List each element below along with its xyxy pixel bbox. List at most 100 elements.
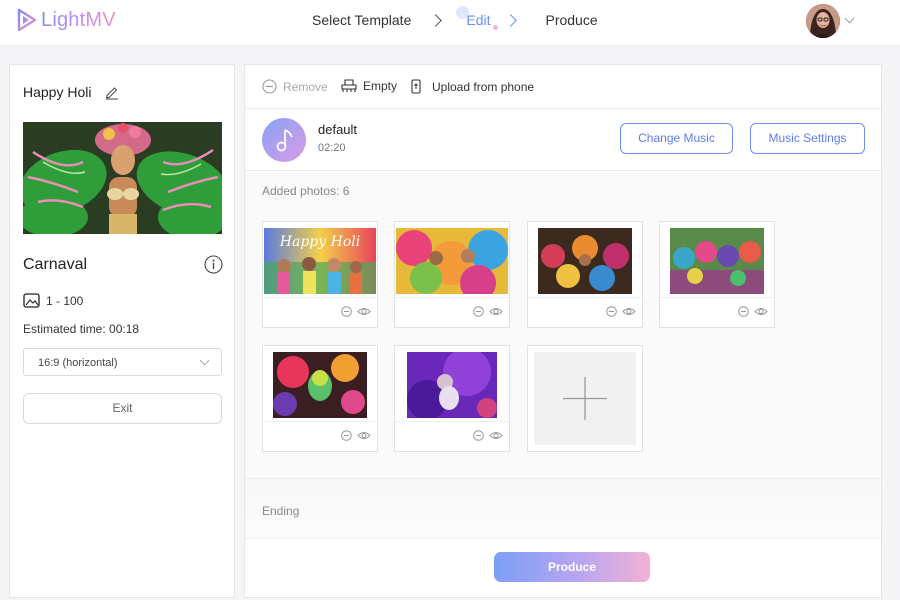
exit-button[interactable]: Exit bbox=[23, 393, 222, 424]
music-row: default 02:20 Change Music Music Setting… bbox=[245, 109, 881, 171]
logo[interactable]: LightMV bbox=[16, 8, 116, 32]
holi-photo-2 bbox=[396, 228, 508, 294]
step-edit-wrapper[interactable]: Edit bbox=[456, 6, 499, 30]
image-icon bbox=[23, 293, 40, 308]
produce-button[interactable]: Produce bbox=[494, 552, 650, 582]
chevron-down-icon[interactable] bbox=[844, 13, 855, 24]
chevron-right-icon bbox=[504, 13, 518, 27]
photo-image bbox=[273, 352, 367, 418]
photo-actions bbox=[263, 421, 377, 451]
top-bar: LightMV Select Template Edit Produce bbox=[0, 0, 900, 46]
eye-icon[interactable] bbox=[622, 306, 636, 317]
ending-label: Ending bbox=[262, 504, 300, 518]
remove-icon[interactable] bbox=[341, 306, 352, 317]
step-select-template[interactable]: Select Template bbox=[312, 12, 411, 28]
empty-button[interactable]: Empty bbox=[341, 79, 397, 93]
photo-thumb bbox=[528, 228, 642, 294]
remove-label: Remove bbox=[283, 79, 328, 94]
ending-section: Ending bbox=[245, 478, 881, 538]
photo-card[interactable] bbox=[262, 345, 378, 452]
edit-icon[interactable] bbox=[104, 84, 120, 100]
step-active-dot bbox=[493, 25, 499, 30]
eye-icon[interactable] bbox=[489, 306, 503, 317]
photo-card[interactable] bbox=[394, 345, 510, 452]
project-title: Happy Holi bbox=[23, 84, 92, 100]
photo-caption: Happy Holi bbox=[279, 234, 360, 250]
photo-toolbar: Remove Empty Upload from phone bbox=[245, 65, 881, 109]
photo-image bbox=[407, 352, 497, 418]
eye-icon[interactable] bbox=[489, 430, 503, 441]
empty-icon bbox=[341, 79, 357, 92]
photo-actions bbox=[528, 297, 642, 327]
remove-icon[interactable] bbox=[341, 430, 352, 441]
photo-image bbox=[670, 228, 764, 294]
holi-photo-4 bbox=[670, 228, 764, 294]
added-photos-count: Added photos: 6 bbox=[262, 184, 350, 198]
add-photo-button[interactable] bbox=[527, 345, 643, 452]
photo-card[interactable] bbox=[527, 221, 643, 328]
aspect-ratio-select[interactable]: 16:9 (horizontal) bbox=[23, 348, 222, 376]
estimated-time: Estimated time: 00:18 bbox=[23, 322, 140, 336]
eye-icon[interactable] bbox=[357, 306, 371, 317]
remove-icon bbox=[262, 79, 277, 94]
photo-range: 1 - 100 bbox=[23, 293, 83, 308]
music-duration: 02:20 bbox=[318, 142, 346, 154]
photo-image bbox=[538, 228, 632, 294]
chevron-down-icon bbox=[199, 355, 210, 366]
photo-range-value: 1 - 100 bbox=[46, 293, 84, 308]
change-music-button[interactable]: Change Music bbox=[620, 123, 733, 154]
eye-icon[interactable] bbox=[357, 430, 371, 441]
eye-icon[interactable] bbox=[754, 306, 768, 317]
holi-photo-6 bbox=[407, 352, 497, 418]
chevron-right-icon bbox=[429, 13, 443, 27]
photo-actions bbox=[263, 297, 377, 327]
step-produce[interactable]: Produce bbox=[545, 12, 597, 28]
template-preview[interactable] bbox=[23, 122, 222, 234]
template-panel: Happy Holi Carnaval 1 - 100 Estimated ti… bbox=[9, 64, 235, 598]
editor-panel: Remove Empty Upload from phone default 0… bbox=[244, 64, 882, 598]
bottom-bar: Produce bbox=[245, 538, 881, 597]
upload-from-phone-button[interactable]: Upload from phone bbox=[409, 79, 534, 94]
plus-icon bbox=[563, 377, 607, 420]
photo-actions bbox=[395, 421, 509, 451]
template-name: Carnaval bbox=[23, 256, 88, 273]
photo-thumb bbox=[395, 352, 509, 418]
step-edit: Edit bbox=[466, 12, 491, 28]
step-breadcrumb: Select Template Edit Produce bbox=[312, 6, 598, 30]
photo-thumb bbox=[395, 228, 509, 294]
avatar-image bbox=[806, 4, 840, 38]
music-name: default bbox=[318, 122, 358, 137]
photo-thumb bbox=[263, 352, 377, 418]
logo-icon bbox=[17, 8, 37, 32]
holi-photo-5 bbox=[273, 352, 367, 418]
photo-actions bbox=[395, 297, 509, 327]
app-name: LightMV bbox=[41, 8, 116, 31]
photo-card[interactable] bbox=[659, 221, 775, 328]
photo-grid-area: Added photos: 6 Happy Holi bbox=[245, 172, 881, 478]
avatar[interactable] bbox=[806, 4, 840, 38]
music-note-icon bbox=[276, 129, 293, 152]
photo-actions bbox=[660, 297, 774, 327]
phone-icon bbox=[411, 79, 421, 94]
info-icon[interactable] bbox=[204, 255, 223, 274]
add-photo-area bbox=[534, 352, 636, 445]
photo-card[interactable]: Happy Holi bbox=[262, 221, 378, 328]
photo-card[interactable] bbox=[394, 221, 510, 328]
music-settings-button[interactable]: Music Settings bbox=[750, 123, 865, 154]
holi-photo-3 bbox=[538, 228, 632, 294]
holi-photo-1: Happy Holi bbox=[264, 228, 376, 294]
remove-icon[interactable] bbox=[738, 306, 749, 317]
remove-icon[interactable] bbox=[606, 306, 617, 317]
upload-label: Upload from phone bbox=[432, 79, 535, 94]
empty-label: Empty bbox=[363, 79, 398, 93]
aspect-ratio-value: 16:9 (horizontal) bbox=[38, 357, 118, 369]
photo-thumb: Happy Holi bbox=[263, 228, 377, 294]
photo-thumb bbox=[660, 228, 774, 294]
music-disc bbox=[262, 118, 306, 162]
photo-image bbox=[396, 228, 508, 294]
remove-button[interactable]: Remove bbox=[262, 79, 328, 94]
remove-icon[interactable] bbox=[473, 306, 484, 317]
remove-icon[interactable] bbox=[473, 430, 484, 441]
photo-image: Happy Holi bbox=[264, 228, 376, 294]
carnival-dancer-image bbox=[23, 122, 222, 234]
